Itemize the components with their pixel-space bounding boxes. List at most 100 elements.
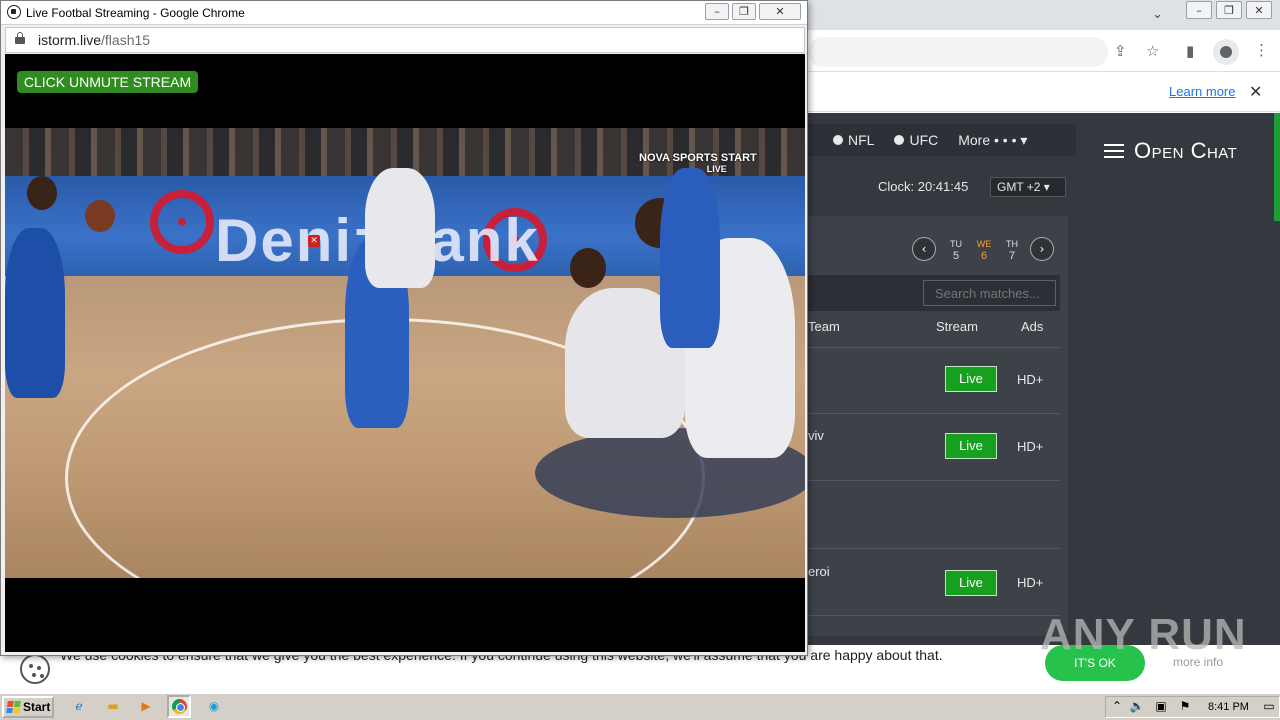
player-blue-jersey	[5, 228, 65, 398]
ads-quality-label: HD+	[1017, 439, 1044, 454]
popup-url[interactable]: istorm.live/flash15	[38, 32, 150, 48]
column-header-stream: Stream	[936, 319, 978, 334]
day-abbr: WE	[976, 239, 992, 249]
popup-window-controls: – ❐ ✕	[705, 3, 801, 20]
day-wednesday[interactable]: WE 6	[974, 238, 994, 262]
sports-nav: y NFL UFC More • • • ▾	[790, 124, 1076, 156]
ads-quality-label: HD+	[1017, 372, 1044, 387]
page-scrollbar[interactable]	[1274, 113, 1280, 221]
broadcaster-name: NOVA SPORTS START	[639, 152, 757, 164]
profile-icon	[1220, 46, 1232, 58]
prev-day-button[interactable]: ‹	[912, 237, 936, 261]
popup-close-button[interactable]: ✕	[759, 3, 801, 20]
broadcaster-live-label: LIVE	[706, 164, 727, 174]
media-player-icon[interactable]: ▶	[137, 697, 155, 715]
day-abbr: TH	[1006, 239, 1018, 249]
edge-icon[interactable]: ◉	[205, 697, 223, 715]
show-desktop-icon[interactable]: ▭	[1260, 697, 1278, 715]
column-header-ads: Ads	[1021, 319, 1044, 334]
nav-item-label: UFC	[909, 132, 939, 148]
windows-logo-icon	[6, 701, 21, 713]
day-num: 6	[980, 250, 988, 262]
open-chat-label: Open Chat	[1134, 138, 1238, 163]
player-head	[570, 248, 606, 288]
day-thursday[interactable]: TH 7	[1002, 238, 1022, 262]
team-name: eroi	[808, 564, 830, 579]
url-host: istorm.live	[38, 32, 102, 48]
taskbar-clock[interactable]: 8:41 PM	[1208, 701, 1249, 713]
column-header-team: Team	[808, 319, 840, 334]
next-day-button[interactable]: ›	[1030, 237, 1054, 261]
taskbar	[0, 693, 1280, 720]
clock-readout: Clock: 20:41:45	[878, 179, 969, 194]
nav-more-label: More • • •	[958, 131, 1017, 148]
tab-search-chevron-icon[interactable]: ⌄	[1152, 7, 1163, 22]
day-abbr: TU	[950, 239, 962, 249]
side-panel-icon[interactable]: ▮	[1186, 42, 1194, 60]
live-stream-button[interactable]: Live	[945, 433, 997, 459]
browser-menu-icon[interactable]: ⋮	[1254, 41, 1269, 59]
basketball	[85, 200, 115, 232]
day-num: 5	[952, 250, 960, 262]
start-label: Start	[23, 700, 51, 714]
football-icon	[833, 135, 843, 145]
background-window-controls: – ❐ ✕	[1186, 1, 1272, 19]
action-center-flag-icon[interactable]: ⚑	[1176, 697, 1194, 715]
volume-icon[interactable]: 🔈	[1128, 697, 1146, 715]
row-divider	[808, 480, 1060, 481]
file-explorer-icon[interactable]: ▬	[104, 697, 122, 715]
tray-expand-icon[interactable]: ⌃	[1108, 697, 1126, 715]
ship-wheel-logo	[150, 190, 214, 254]
day-tuesday[interactable]: TU 5	[946, 238, 966, 262]
popup-window: Live Footbal Streaming - Google Chrome –…	[0, 0, 808, 656]
minimize-button[interactable]: –	[1186, 1, 1212, 19]
row-divider	[808, 548, 1060, 549]
background-address-bar[interactable]	[808, 37, 1108, 67]
glove-icon	[894, 135, 905, 145]
nav-item-nfl[interactable]: NFL	[833, 132, 874, 148]
player-white-jersey	[365, 168, 435, 288]
nav-more-dropdown[interactable]: More • • • ▾	[958, 132, 1027, 149]
internet-explorer-icon[interactable]: ℯ	[70, 697, 88, 715]
popup-restore-button[interactable]: ❐	[732, 3, 756, 20]
search-matches-input[interactable]	[923, 280, 1056, 306]
ads-quality-label: HD+	[1017, 575, 1044, 590]
day-num: 7	[1008, 250, 1016, 262]
cookie-icon	[20, 654, 50, 684]
lock-icon[interactable]	[15, 32, 25, 44]
broadcaster-logo: NOVA SPORTS START LIVE	[639, 153, 757, 175]
row-divider	[808, 615, 1060, 616]
restore-button[interactable]: ❐	[1216, 1, 1242, 19]
open-chat-button[interactable]: Open Chat	[1104, 138, 1237, 164]
url-path: /flash15	[101, 32, 151, 48]
hamburger-icon	[1104, 140, 1124, 162]
timezone-value: GMT +2	[997, 180, 1041, 194]
start-button[interactable]: Start	[2, 696, 54, 718]
info-bar-close-icon[interactable]: ✕	[1249, 82, 1262, 101]
live-stream-button[interactable]: Live	[945, 570, 997, 596]
player-head	[27, 176, 57, 210]
unmute-stream-button[interactable]: CLICK UNMUTE STREAM	[17, 71, 198, 93]
nav-item-label: NFL	[848, 132, 875, 148]
close-button[interactable]: ✕	[1246, 1, 1272, 19]
anyrun-watermark: ANY RUN	[1040, 610, 1247, 659]
chrome-icon	[171, 699, 187, 714]
bookmark-star-icon[interactable]: ☆	[1146, 42, 1159, 60]
soccer-ball-icon	[7, 5, 21, 19]
learn-more-link[interactable]: Learn more	[1169, 84, 1235, 99]
video-frame[interactable]: DenizBank	[5, 128, 805, 578]
row-divider	[808, 413, 1060, 414]
taskbar-chrome-button[interactable]	[167, 695, 191, 718]
share-icon[interactable]: ⇪	[1114, 42, 1127, 60]
timezone-select[interactable]: GMT +2 ▾	[990, 177, 1066, 197]
network-icon[interactable]: ▣	[1152, 697, 1170, 715]
live-stream-button[interactable]: Live	[945, 366, 997, 392]
nav-item-ufc[interactable]: UFC	[894, 132, 938, 148]
profile-avatar[interactable]	[1213, 39, 1239, 65]
ad-close-icon[interactable]: ✕	[308, 235, 320, 247]
popup-minimize-button[interactable]: –	[705, 3, 729, 20]
player-blue-jersey	[660, 168, 720, 348]
screen: ⌄ – ❐ ✕ ⇪ ☆ ▮ ⋮ Learn more ✕ y NFL UFC M…	[0, 0, 1280, 720]
popup-title: Live Footbal Streaming - Google Chrome	[26, 6, 245, 20]
team-name: viv	[808, 428, 824, 443]
